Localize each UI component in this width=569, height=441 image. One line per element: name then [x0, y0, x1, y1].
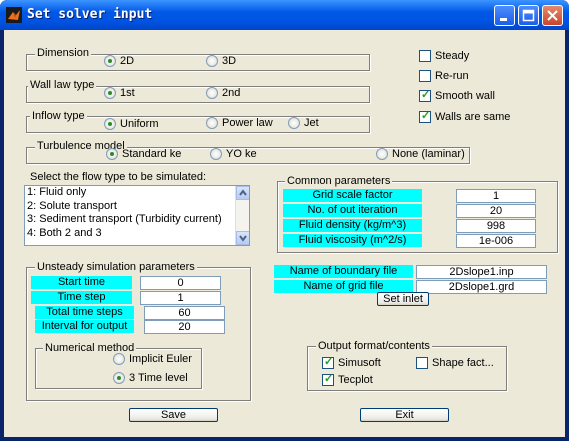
inflow-jet-radio[interactable]: Jet [288, 116, 319, 130]
chevron-down-icon [239, 235, 247, 242]
matlab-icon [6, 7, 22, 23]
radio-selected-icon [104, 55, 116, 67]
inflow-power-law-radio[interactable]: Power law [206, 116, 273, 130]
radio-selected-icon [106, 148, 118, 160]
list-item[interactable]: 3: Sediment transport (Turbidity current… [25, 213, 249, 227]
shape-factor-checkbox[interactable]: Shape fact... [416, 356, 494, 370]
radio-icon [376, 148, 388, 160]
out-iteration-label: No. of out iteration [283, 204, 422, 217]
radio-selected-icon [104, 87, 116, 99]
chevron-up-icon [239, 189, 247, 196]
grid-file-input[interactable]: 2Dslope1.grd [416, 280, 547, 294]
fluid-density-input[interactable]: 998 [456, 219, 536, 233]
radio-icon [206, 117, 218, 129]
time-step-label: Time step [31, 291, 132, 304]
rerun-checkbox[interactable]: Re-run [419, 69, 469, 83]
checkbox-checked-icon [322, 355, 334, 369]
window-title: Set solver input [27, 7, 153, 22]
close-button[interactable] [542, 5, 563, 26]
fluid-density-label: Fluid density (kg/m^3) [283, 219, 422, 232]
checkbox-checked-icon [322, 372, 334, 386]
radio-icon [206, 87, 218, 99]
total-time-steps-input[interactable]: 60 [144, 306, 225, 320]
checkbox-checked-icon [419, 109, 431, 123]
fluid-viscosity-label: Fluid viscosity (m^2/s) [283, 234, 422, 247]
smooth-wall-checkbox[interactable]: Smooth wall [419, 88, 495, 103]
walls-same-checkbox[interactable]: Walls are same [419, 109, 510, 124]
dialog-body: Dimension 2D 3D Wall law type 1st 2nd In… [4, 30, 565, 437]
wall-law-1st-radio[interactable]: 1st [104, 86, 135, 100]
maximize-icon [522, 9, 535, 22]
checkbox-icon [419, 50, 431, 62]
time-step-input[interactable]: 1 [140, 291, 221, 305]
fluid-viscosity-input[interactable]: 1e-006 [456, 234, 536, 248]
inflow-uniform-radio[interactable]: Uniform [104, 117, 159, 131]
radio-icon [206, 55, 218, 67]
checkbox-icon [419, 70, 431, 82]
title-bar[interactable]: Set solver input [0, 0, 569, 30]
radio-selected-icon [104, 118, 116, 130]
tecplot-checkbox[interactable]: Tecplot [322, 372, 373, 387]
dimension-2d-radio[interactable]: 2D [104, 54, 134, 68]
output-interval-label: Interval for output [35, 320, 134, 333]
list-scrollbar[interactable] [235, 186, 249, 245]
steady-checkbox[interactable]: Steady [419, 49, 469, 63]
radio-selected-icon [113, 372, 125, 384]
scroll-down-button[interactable] [236, 231, 249, 245]
minimize-icon [500, 18, 507, 21]
common-parameters-legend: Common parameters [285, 175, 393, 187]
checkbox-icon [416, 357, 428, 369]
list-item[interactable]: 1: Fluid only [25, 186, 249, 200]
implicit-euler-radio[interactable]: Implicit Euler [113, 352, 192, 366]
scroll-up-button[interactable] [236, 186, 249, 200]
output-format-legend: Output format/contents [316, 340, 432, 352]
save-button[interactable]: Save [129, 408, 218, 422]
dimension-3d-radio[interactable]: 3D [206, 54, 236, 68]
start-time-input[interactable]: 0 [140, 276, 221, 290]
maximize-button[interactable] [518, 5, 539, 26]
exit-button[interactable]: Exit [360, 408, 449, 422]
radio-icon [210, 148, 222, 160]
flow-type-prompt: Select the flow type to be simulated: [30, 171, 207, 183]
wall-law-2nd-radio[interactable]: 2nd [206, 86, 240, 100]
minimize-button[interactable] [494, 5, 515, 26]
turbulence-yo-ke-radio[interactable]: YO ke [210, 147, 257, 161]
list-item[interactable]: 4: Both 2 and 3 [25, 227, 249, 241]
boundary-file-label: Name of boundary file [274, 265, 413, 278]
output-interval-input[interactable]: 20 [144, 320, 225, 334]
close-icon [547, 10, 558, 21]
set-inlet-button[interactable]: Set inlet [377, 292, 429, 306]
flow-type-listbox[interactable]: 1: Fluid only 2: Solute transport 3: Sed… [24, 185, 250, 246]
grid-scale-input[interactable]: 1 [456, 189, 536, 203]
wall-law-legend: Wall law type [28, 79, 97, 91]
unsteady-legend: Unsteady simulation parameters [35, 261, 197, 273]
list-item[interactable]: 2: Solute transport [25, 199, 249, 213]
inflow-legend: Inflow type [30, 110, 87, 122]
checkbox-checked-icon [419, 88, 431, 102]
turbulence-none-radio[interactable]: None (laminar) [376, 147, 465, 161]
grid-scale-label: Grid scale factor [283, 189, 422, 202]
dimension-legend: Dimension [35, 47, 91, 59]
out-iteration-input[interactable]: 20 [456, 204, 536, 218]
three-time-level-radio[interactable]: 3 Time level [113, 371, 188, 385]
start-time-label: Start time [31, 276, 132, 289]
solver-window: Set solver input Dimension 2D 3D Wall la… [0, 0, 569, 441]
turbulence-standard-ke-radio[interactable]: Standard ke [106, 147, 181, 161]
total-time-steps-label: Total time steps [35, 306, 134, 319]
boundary-file-input[interactable]: 2Dslope1.inp [416, 265, 547, 279]
radio-icon [113, 353, 125, 365]
radio-icon [288, 117, 300, 129]
simusoft-checkbox[interactable]: Simusoft [322, 355, 381, 370]
